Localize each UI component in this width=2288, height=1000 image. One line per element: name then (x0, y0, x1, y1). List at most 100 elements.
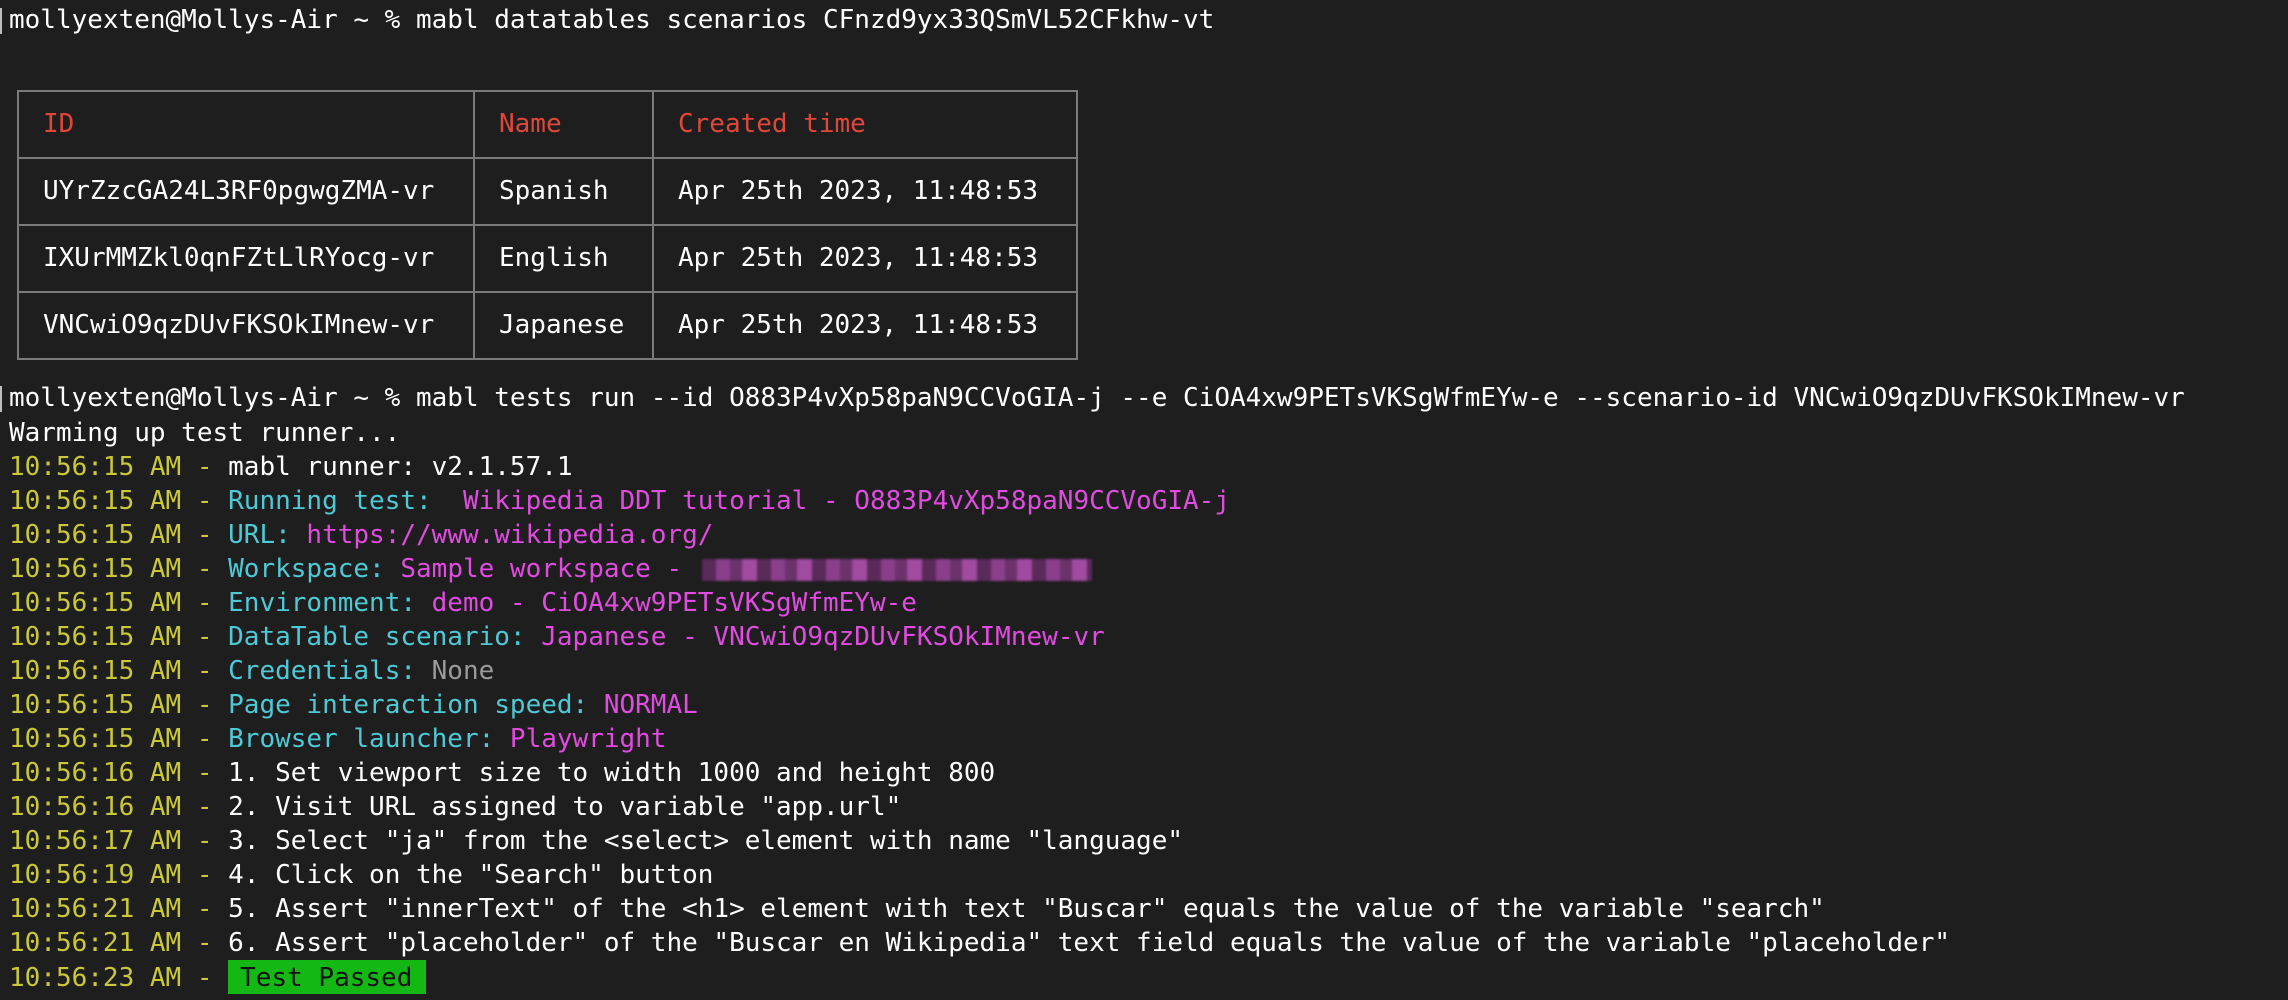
log-line: 10:56:15 AM - Environment: demo - CiOA4x… (9, 586, 917, 620)
log-line: 10:56:21 AM - 5. Assert "innerText" of t… (9, 892, 1825, 926)
timestamp: 10:56:15 AM (9, 452, 182, 482)
log-line: 10:56:15 AM - URL: https://www.wikipedia… (9, 518, 713, 552)
table-header-row: ID Name Created time (17, 90, 1078, 159)
timestamp: 10:56:15 AM (9, 622, 182, 652)
command-line-2: mollyexten@Mollys-Air ~ % mabl tests run… (9, 381, 2185, 415)
separator: - (181, 588, 229, 618)
timestamp: 10:56:23 AM (9, 963, 182, 993)
log-line: 10:56:19 AM - 4. Click on the "Search" b… (9, 858, 713, 892)
cell-id: VNCwiO9qzDUvFKSOkIMnew-vr (17, 291, 475, 360)
timestamp: 10:56:21 AM (9, 894, 182, 924)
timestamp: 10:56:15 AM (9, 554, 182, 584)
cell-created-time: Apr 25th 2023, 11:48:53 (652, 157, 1078, 226)
url-link[interactable]: https://www.wikipedia.org/ (291, 520, 713, 550)
cell-id: IXUrMMZkl0qnFZtLlRYocg-vr (17, 224, 475, 293)
test-passed-badge: Test Passed (228, 960, 427, 994)
log-label: Browser launcher: (228, 724, 495, 754)
log-line: 10:56:15 AM - Credentials: None (9, 654, 494, 688)
log-label: DataTable scenario: (228, 622, 526, 652)
scenarios-table: ID Name Created time UYrZzcGA24L3RF0pgwg… (17, 90, 1078, 360)
separator: - (181, 792, 229, 822)
table-row: UYrZzcGA24L3RF0pgwgZMA-vr Spanish Apr 25… (17, 157, 1078, 226)
separator: - (181, 554, 229, 584)
column-header-id: ID (17, 90, 475, 159)
log-line: 10:56:15 AM - Running test: Wikipedia DD… (9, 484, 1230, 518)
separator: - (181, 826, 229, 856)
cell-name: Spanish (473, 157, 654, 226)
shell-prompt: mollyexten@Mollys-Air ~ % (9, 383, 401, 413)
separator: - (181, 928, 229, 958)
separator: - (181, 758, 229, 788)
log-value: NORMAL (588, 690, 698, 720)
step-message: 2. Visit URL assigned to variable "app.u… (228, 792, 902, 822)
line-marker (0, 8, 2, 34)
table-row: IXUrMMZkl0qnFZtLlRYocg-vr English Apr 25… (17, 224, 1078, 293)
cell-id: UYrZzcGA24L3RF0pgwgZMA-vr (17, 157, 475, 226)
step-message: 3. Select "ja" from the <select> element… (228, 826, 1184, 856)
command-text: mabl tests run --id O883P4vXp58paN9CCVoG… (416, 383, 2185, 413)
column-header-name: Name (473, 90, 654, 159)
command-text: mabl datatables scenarios CFnzd9yx33QSmV… (416, 5, 1215, 35)
separator: - (181, 963, 229, 993)
timestamp: 10:56:16 AM (9, 758, 182, 788)
cell-created-time: Apr 25th 2023, 11:48:53 (652, 224, 1078, 293)
log-label: Workspace: (228, 554, 385, 584)
step-message: 6. Assert "placeholder" of the "Buscar e… (228, 928, 1951, 958)
log-line: 10:56:23 AM - Test Passed (9, 960, 427, 994)
redacted-workspace-id (701, 558, 1092, 581)
step-message: 1. Set viewport size to width 1000 and h… (228, 758, 996, 788)
table-row: VNCwiO9qzDUvFKSOkIMnew-vr Japanese Apr 2… (17, 291, 1078, 360)
log-value: Sample workspace - (384, 554, 698, 584)
log-label: Running test: (228, 486, 432, 516)
timestamp: 10:56:15 AM (9, 588, 182, 618)
separator: - (181, 520, 229, 550)
log-line: 10:56:16 AM - 2. Visit URL assigned to v… (9, 790, 901, 824)
separator: - (181, 690, 229, 720)
log-value: Playwright (494, 724, 667, 754)
log-value: Wikipedia DDT tutorial - O883P4vXp58paN9… (431, 486, 1230, 516)
separator: - (181, 860, 229, 890)
log-label: Credentials: (228, 656, 416, 686)
log-line: 10:56:15 AM - DataTable scenario: Japane… (9, 620, 1105, 654)
log-value: None (416, 656, 495, 686)
cell-name: Japanese (473, 291, 654, 360)
timestamp: 10:56:15 AM (9, 690, 182, 720)
step-message: 5. Assert "innerText" of the <h1> elemen… (228, 894, 1825, 924)
warming-up-line: Warming up test runner... (9, 418, 401, 448)
separator: - (181, 486, 229, 516)
timestamp: 10:56:21 AM (9, 928, 182, 958)
log-line: 10:56:15 AM - Workspace: Sample workspac… (9, 552, 1092, 586)
command-line-1: mollyexten@Mollys-Air ~ % mabl datatable… (9, 3, 1214, 37)
log-line: 10:56:16 AM - 1. Set viewport size to wi… (9, 756, 995, 790)
log-value: demo - CiOA4xw9PETsVKSgWfmEYw-e (416, 588, 917, 618)
terminal-window[interactable]: mollyexten@Mollys-Air ~ % mabl datatable… (0, 0, 2288, 1000)
separator: - (181, 622, 229, 652)
separator: - (181, 452, 229, 482)
line-marker (0, 386, 2, 412)
shell-prompt: mollyexten@Mollys-Air ~ % (9, 5, 401, 35)
timestamp: 10:56:17 AM (9, 826, 182, 856)
log-line: 10:56:17 AM - 3. Select "ja" from the <s… (9, 824, 1183, 858)
cell-created-time: Apr 25th 2023, 11:48:53 (652, 291, 1078, 360)
log-line: 10:56:15 AM - Page interaction speed: NO… (9, 688, 698, 722)
separator: - (181, 724, 229, 754)
timestamp: 10:56:19 AM (9, 860, 182, 890)
timestamp: 10:56:15 AM (9, 724, 182, 754)
timestamp: 10:56:15 AM (9, 486, 182, 516)
log-line: 10:56:15 AM - mabl runner: v2.1.57.1 (9, 450, 573, 484)
column-header-created-time: Created time (652, 90, 1078, 159)
separator: - (181, 894, 229, 924)
log-label: Environment: (228, 588, 416, 618)
timestamp: 10:56:15 AM (9, 520, 182, 550)
timestamp: 10:56:16 AM (9, 792, 182, 822)
log-line: 10:56:21 AM - 6. Assert "placeholder" of… (9, 926, 1950, 960)
log-label: URL: (228, 520, 291, 550)
cell-name: English (473, 224, 654, 293)
log-line: 10:56:15 AM - Browser launcher: Playwrig… (9, 722, 666, 756)
step-message: 4. Click on the "Search" button (228, 860, 714, 890)
log-value: Japanese - VNCwiO9qzDUvFKSOkIMnew-vr (525, 622, 1105, 652)
log-message: mabl runner: v2.1.57.1 (228, 452, 573, 482)
separator: - (181, 656, 229, 686)
timestamp: 10:56:15 AM (9, 656, 182, 686)
log-label: Page interaction speed: (228, 690, 589, 720)
